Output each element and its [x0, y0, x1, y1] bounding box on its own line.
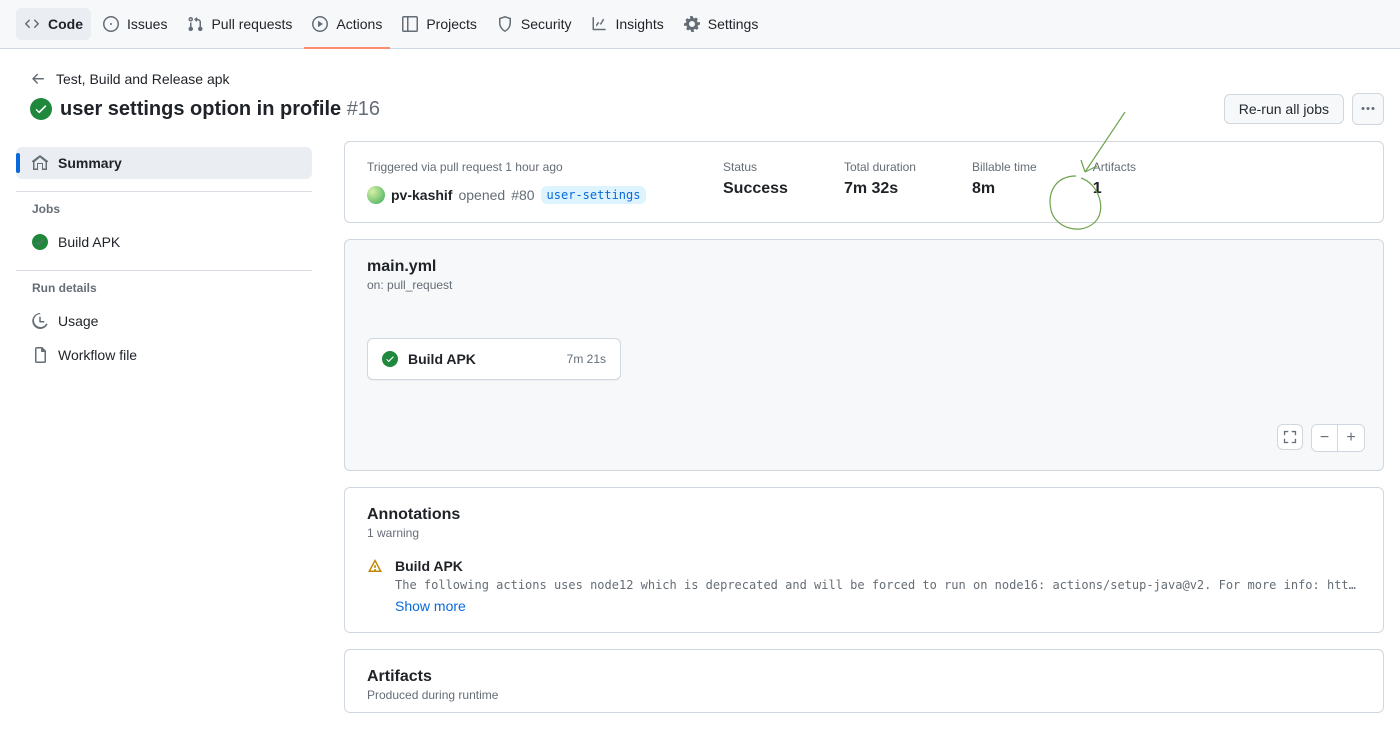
tab-security[interactable]: Security [489, 8, 580, 40]
sidebar-build-apk-label: Build APK [58, 234, 120, 250]
zoom-out-button[interactable]: − [1312, 425, 1338, 451]
tab-issues[interactable]: Issues [95, 8, 175, 40]
sidebar-item-summary[interactable]: Summary [16, 147, 312, 179]
sidebar-workflow-file-label: Workflow file [58, 347, 137, 363]
play-icon [312, 16, 328, 32]
fullscreen-button[interactable] [1277, 424, 1303, 450]
tab-actions-label: Actions [336, 16, 382, 32]
table-icon [402, 16, 418, 32]
breadcrumb-workflow[interactable]: Test, Build and Release apk [56, 71, 230, 87]
show-more-link[interactable]: Show more [395, 598, 466, 614]
back-icon[interactable] [30, 71, 46, 87]
kebab-menu[interactable] [1352, 93, 1384, 125]
artifacts-card: Artifacts Produced during runtime [344, 649, 1384, 713]
workflow-on: on: pull_request [367, 278, 1361, 292]
duration-label: Total duration [844, 160, 916, 174]
warning-icon [367, 558, 383, 577]
main-content: Triggered via pull request 1 hour ago pv… [344, 141, 1384, 713]
workflow-file-name: main.yml [367, 258, 1361, 276]
sidebar-item-usage[interactable]: Usage [16, 305, 312, 337]
summary-card: Triggered via pull request 1 hour ago pv… [344, 141, 1384, 223]
zoom-in-button[interactable]: + [1338, 425, 1364, 451]
gear-icon [684, 16, 700, 32]
tab-actions[interactable]: Actions [304, 8, 390, 40]
page-title: user settings option in profile #16 [60, 98, 380, 121]
branch-label[interactable]: user-settings [541, 186, 647, 204]
sidebar-run-details-heading: Run details [16, 281, 312, 303]
pr-ref[interactable]: #80 [511, 187, 534, 203]
graph-icon [591, 16, 607, 32]
duration-value[interactable]: 7m 32s [844, 180, 916, 198]
annotation-message: The following actions uses node12 which … [395, 578, 1361, 592]
issues-icon [103, 16, 119, 32]
tab-settings[interactable]: Settings [676, 8, 767, 40]
tab-pulls-label: Pull requests [211, 16, 292, 32]
annotations-heading: Annotations [367, 506, 1361, 524]
tab-projects[interactable]: Projects [394, 8, 485, 40]
artifacts-sub: Produced during runtime [367, 688, 1361, 702]
sidebar-jobs-heading: Jobs [16, 202, 312, 224]
status-value: Success [723, 180, 788, 198]
code-icon [24, 16, 40, 32]
annotations-card: Annotations 1 warning Build APK The foll… [344, 487, 1384, 633]
sidebar-item-workflow-file[interactable]: Workflow file [16, 339, 312, 371]
tab-issues-label: Issues [127, 16, 167, 32]
sidebar-item-build-apk[interactable]: Build APK [16, 226, 312, 258]
job-node-success-icon [382, 351, 398, 367]
run-number: #16 [347, 98, 380, 120]
tab-code-label: Code [48, 16, 83, 32]
billable-label: Billable time [972, 160, 1037, 174]
sidebar-usage-label: Usage [58, 313, 98, 329]
status-success-icon [30, 98, 52, 120]
sidebar: Summary Jobs Build APK Run details Usage [16, 141, 312, 713]
sidebar-summary-label: Summary [58, 155, 122, 171]
job-node-name: Build APK [408, 351, 476, 367]
workflow-graph-card: main.yml on: pull_request Build APK 7m 2… [344, 239, 1384, 471]
status-label: Status [723, 160, 788, 174]
annotations-count: 1 warning [367, 526, 1361, 540]
rerun-button[interactable]: Re-run all jobs [1224, 94, 1344, 124]
job-node-time: 7m 21s [567, 352, 606, 366]
tab-security-label: Security [521, 16, 572, 32]
breadcrumb: Test, Build and Release apk [30, 71, 1384, 87]
tab-insights[interactable]: Insights [583, 8, 671, 40]
triggered-label: Triggered via pull request 1 hour ago [367, 160, 667, 174]
action-word: opened [458, 187, 505, 203]
shield-icon [497, 16, 513, 32]
tab-pulls[interactable]: Pull requests [179, 8, 300, 40]
actor-link[interactable]: pv-kashif [391, 187, 452, 203]
artifacts-value[interactable]: 1 [1093, 180, 1136, 198]
job-success-icon [32, 234, 48, 250]
billable-value[interactable]: 8m [972, 180, 1037, 198]
repo-tabs: Code Issues Pull requests Actions Projec… [0, 0, 1400, 49]
tab-projects-label: Projects [426, 16, 477, 32]
git-pull-request-icon [187, 16, 203, 32]
job-node-build-apk[interactable]: Build APK 7m 21s [367, 338, 621, 380]
tab-insights-label: Insights [615, 16, 663, 32]
annotation-title[interactable]: Build APK [395, 558, 1361, 574]
tab-settings-label: Settings [708, 16, 759, 32]
tab-code[interactable]: Code [16, 8, 91, 40]
artifacts-label: Artifacts [1093, 160, 1136, 174]
avatar[interactable] [367, 186, 385, 204]
artifacts-heading: Artifacts [367, 668, 1361, 686]
